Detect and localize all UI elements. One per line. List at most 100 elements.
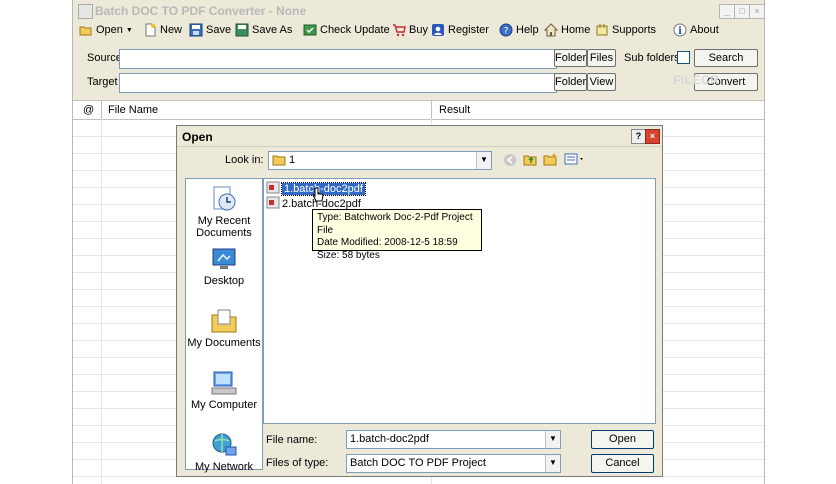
tooltip-size: Size: 58 bytes bbox=[317, 249, 380, 261]
save-as-button[interactable]: Save As bbox=[235, 22, 292, 38]
files-of-type-value: Batch DOC TO PDF Project bbox=[350, 457, 486, 469]
folder-icon bbox=[272, 154, 286, 169]
new-label: New bbox=[160, 24, 183, 36]
chevron-down-icon[interactable]: ▼ bbox=[545, 455, 560, 472]
open-button[interactable]: Open ▼ bbox=[79, 22, 133, 38]
desktop-icon bbox=[210, 245, 238, 273]
my-network-icon bbox=[210, 431, 238, 459]
dialog-close-button[interactable]: × bbox=[645, 129, 660, 144]
places-bar: My Recent Documents Desktop My Documents… bbox=[185, 178, 263, 473]
file-name-input[interactable]: 1.batch-doc2pdf ▼ bbox=[346, 430, 561, 449]
tooltip-modified: Date Modified: 2008-12-5 18:59 bbox=[317, 237, 458, 248]
target-input[interactable] bbox=[119, 73, 557, 93]
target-label: Target bbox=[87, 76, 118, 88]
file-list[interactable]: 1.batch-doc2pdf 2.batch-doc2pdf Type: Ba… bbox=[263, 178, 656, 424]
source-input[interactable] bbox=[119, 49, 557, 69]
col-status[interactable]: @ bbox=[83, 104, 94, 116]
target-folder-button[interactable]: Folder bbox=[554, 73, 587, 91]
look-in-value: 1 bbox=[289, 154, 296, 166]
close-button[interactable]: × bbox=[749, 4, 765, 19]
about-label: About bbox=[690, 24, 719, 36]
help-icon: ? bbox=[499, 23, 513, 37]
window-title: Batch DOC TO PDF Converter - None bbox=[95, 4, 307, 18]
save-as-icon bbox=[235, 23, 249, 37]
my-documents-icon bbox=[210, 307, 238, 335]
place-recent-label: My Recent Documents bbox=[196, 215, 252, 239]
grid-header: @ File Name Result bbox=[73, 100, 764, 120]
look-in-label: Look in: bbox=[225, 154, 264, 166]
target-view-button[interactable]: View bbox=[587, 73, 616, 91]
check-update-button[interactable]: Check Update bbox=[303, 22, 390, 38]
register-button[interactable]: Register bbox=[431, 22, 489, 38]
recent-documents-icon bbox=[210, 185, 238, 213]
check-update-icon bbox=[303, 23, 317, 37]
check-update-label: Check Update bbox=[320, 24, 390, 36]
col-result[interactable]: Result bbox=[439, 104, 470, 116]
files-of-type-label: Files of type: bbox=[266, 457, 329, 469]
file-name-value: 1.batch-doc2pdf bbox=[350, 433, 429, 445]
up-folder-icon[interactable] bbox=[523, 152, 537, 169]
new-button[interactable]: New bbox=[143, 22, 182, 38]
place-my-documents-label: My Documents bbox=[187, 337, 261, 349]
dialog-title-bar: Open ? × bbox=[177, 126, 662, 147]
open-dialog: Open ? × Look in: 1 ▼ My Recent Document… bbox=[176, 125, 663, 477]
about-icon: i bbox=[673, 23, 687, 37]
svg-text:?: ? bbox=[504, 27, 509, 37]
source-files-button[interactable]: Files bbox=[587, 49, 616, 67]
supports-icon bbox=[595, 23, 609, 37]
chevron-down-icon[interactable]: ▼ bbox=[545, 431, 560, 448]
place-recent[interactable]: My Recent Documents bbox=[186, 185, 262, 239]
maximize-button[interactable]: □ bbox=[734, 4, 750, 19]
cancel-button[interactable]: Cancel bbox=[591, 454, 654, 473]
col-file-name[interactable]: File Name bbox=[108, 104, 158, 116]
folder-open-icon bbox=[79, 23, 93, 37]
app-icon bbox=[78, 4, 93, 19]
home-label: Home bbox=[561, 24, 591, 36]
place-my-network[interactable]: My Network bbox=[186, 431, 262, 473]
home-button[interactable]: Home bbox=[543, 22, 591, 38]
view-menu-icon[interactable] bbox=[564, 152, 586, 169]
supports-label: Supports bbox=[612, 24, 657, 36]
cart-icon bbox=[392, 23, 406, 37]
back-icon[interactable] bbox=[503, 153, 517, 170]
place-my-documents[interactable]: My Documents bbox=[186, 307, 262, 349]
my-computer-icon bbox=[210, 369, 238, 397]
dialog-help-button[interactable]: ? bbox=[631, 129, 646, 144]
help-label: Help bbox=[516, 24, 539, 36]
register-label: Register bbox=[448, 24, 489, 36]
project-file-icon bbox=[266, 196, 280, 212]
subfolders-checkbox[interactable] bbox=[677, 51, 690, 64]
about-button[interactable]: i About bbox=[673, 22, 719, 38]
place-desktop[interactable]: Desktop bbox=[186, 245, 262, 287]
file-tooltip: Type: Batchwork Doc-2-Pdf Project File D… bbox=[312, 209, 482, 261]
source-folder-button[interactable]: Folder bbox=[554, 49, 587, 67]
subfolders-label: Sub folders bbox=[624, 52, 680, 64]
save-label: Save bbox=[206, 24, 232, 36]
place-my-network-label: My Network bbox=[194, 461, 254, 473]
source-label: Source bbox=[87, 52, 122, 64]
open-label: Open bbox=[96, 24, 123, 36]
chevron-down-icon[interactable]: ▼ bbox=[476, 152, 491, 169]
file-name-label: File name: bbox=[266, 434, 318, 446]
buy-label: Buy bbox=[409, 24, 428, 36]
dialog-title: Open bbox=[182, 130, 213, 144]
save-button[interactable]: Save bbox=[189, 22, 231, 38]
place-my-computer-label: My Computer bbox=[190, 399, 258, 411]
supports-button[interactable]: Supports bbox=[595, 22, 656, 38]
toolbar: Open ▼ New Save Save As Check Update Buy … bbox=[73, 19, 764, 41]
place-my-computer[interactable]: My Computer bbox=[186, 369, 262, 411]
hand-cursor-icon bbox=[311, 187, 324, 206]
help-button[interactable]: ? Help bbox=[499, 22, 539, 38]
files-of-type-select[interactable]: Batch DOC TO PDF Project ▼ bbox=[346, 454, 561, 473]
svg-text:i: i bbox=[678, 26, 682, 37]
search-button[interactable]: Search bbox=[694, 49, 758, 67]
open-file-button[interactable]: Open bbox=[591, 430, 654, 449]
new-folder-icon[interactable] bbox=[543, 152, 557, 169]
project-file-icon bbox=[266, 181, 280, 197]
tooltip-type: Type: Batchwork Doc-2-Pdf Project File bbox=[317, 212, 473, 236]
look-in-select[interactable]: 1 ▼ bbox=[268, 151, 492, 170]
minimize-button[interactable]: _ bbox=[719, 4, 735, 19]
buy-button[interactable]: Buy bbox=[392, 22, 428, 38]
watermark: FILECR bbox=[673, 73, 720, 87]
home-icon bbox=[543, 23, 559, 37]
